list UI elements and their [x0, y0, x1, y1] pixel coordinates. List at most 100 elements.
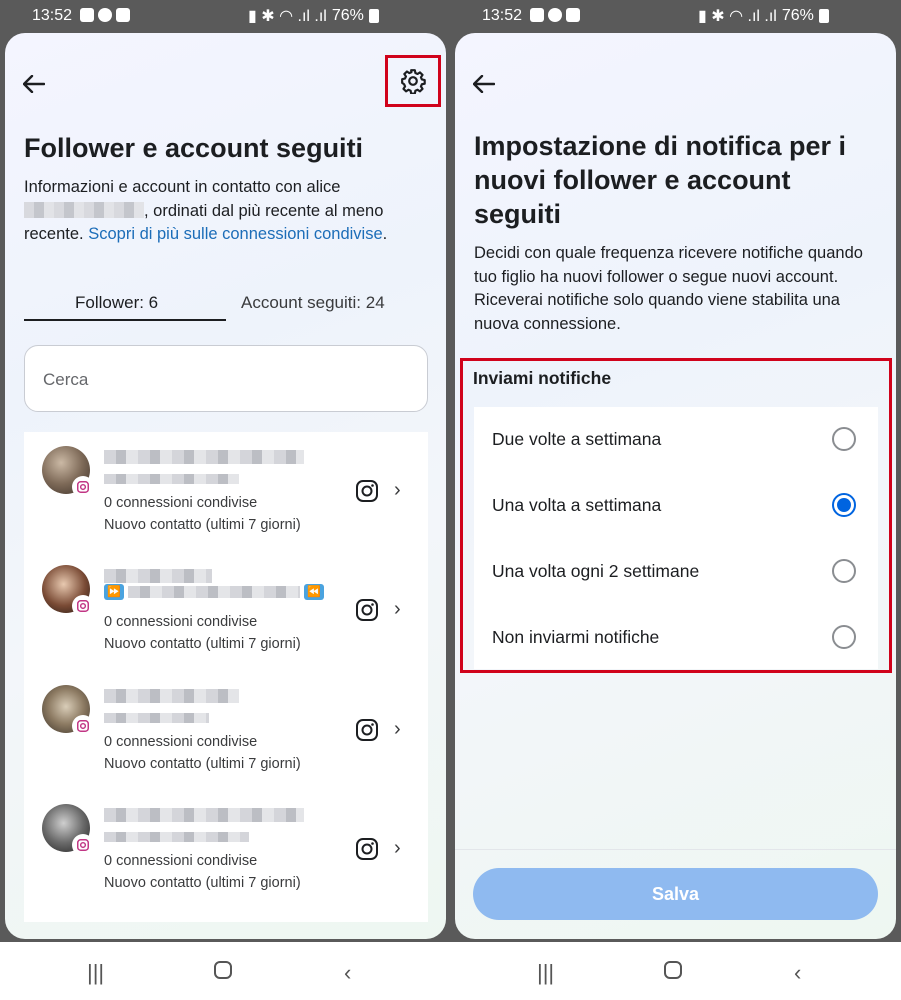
list-item[interactable]: ⏩ ⏪ 0 connessioni condivise Nuovo contat…	[24, 551, 428, 669]
notification-icons	[80, 8, 130, 22]
redacted-username	[24, 201, 144, 218]
status-bar-right: 13:52 ▮ ✱ ◠ .ıl .ıl 76%	[450, 0, 901, 32]
signal-icon: ▮ ✱ ◠ .ıl .ıl	[698, 8, 777, 25]
option-no-notifications[interactable]: Non inviarmi notifiche	[474, 605, 878, 671]
divider	[455, 849, 896, 850]
page-description: Decidi con quale frequenza ricevere noti…	[474, 244, 863, 333]
page-description: Informazioni e account in contatto con a…	[24, 176, 424, 247]
app-icon	[116, 8, 130, 22]
chevron-right-icon: ›	[394, 718, 401, 740]
instagram-badge-icon	[72, 476, 94, 498]
list-item[interactable]: 0 connessioni condivise Nuovo contatto (…	[24, 432, 428, 550]
chevron-right-icon: ›	[394, 479, 401, 501]
arrow-left-icon	[472, 74, 496, 94]
option-every-two-weeks[interactable]: Una volta ogni 2 settimane	[474, 539, 878, 605]
option-label: Una volta ogni 2 settimane	[492, 561, 700, 581]
follower-list: 0 connessioni condivise Nuovo contatto (…	[24, 432, 428, 922]
back-button[interactable]	[22, 71, 46, 97]
page-title: Follower e account seguiti	[24, 133, 364, 163]
redacted-username	[104, 713, 209, 723]
save-button[interactable]: Salva	[473, 868, 878, 920]
radio-button-selected[interactable]	[832, 493, 856, 517]
rewind-icon: ⏪	[304, 584, 324, 600]
tab-followers[interactable]: Follower: 6	[75, 293, 158, 313]
instagram-icon[interactable]	[355, 718, 379, 747]
settings-button[interactable]	[385, 55, 441, 107]
instagram-badge-icon	[72, 715, 94, 737]
facebook-icon	[98, 8, 112, 22]
redacted-username	[104, 474, 239, 484]
radio-button[interactable]	[832, 559, 856, 583]
redacted-username	[104, 832, 249, 842]
notification-icons	[530, 8, 580, 22]
battery-icon	[368, 9, 379, 23]
radio-button[interactable]	[832, 427, 856, 451]
radio-button[interactable]	[832, 625, 856, 649]
redacted-name	[104, 450, 304, 464]
new-contact-label: Nuovo contatto (ultimi 7 giorni)	[104, 636, 301, 652]
search-input[interactable]: Cerca	[24, 345, 428, 412]
recent-apps-icon[interactable]: |||	[87, 960, 104, 986]
facebook-icon	[548, 8, 562, 22]
instagram-icon[interactable]	[355, 837, 379, 866]
option-label: Una volta a settimana	[492, 495, 662, 515]
gear-icon	[401, 69, 426, 94]
status-right: ▮ ✱ ◠ .ıl .ıl 76%	[698, 6, 829, 26]
system-navigation-bar: ||| ‹ ||| ‹	[0, 942, 901, 1000]
shared-connections: 0 connessioni condivise	[104, 853, 258, 869]
redacted-name	[104, 569, 212, 583]
shared-connections: 0 connessioni condivise	[104, 734, 258, 750]
back-nav-icon[interactable]: ‹	[794, 960, 801, 986]
redacted-name	[104, 689, 239, 703]
page-title: Impostazione di notifica per i nuovi fol…	[474, 131, 847, 229]
notification-settings-screen: Impostazione di notifica per i nuovi fol…	[455, 33, 896, 939]
section-title: Inviami notifiche	[473, 368, 612, 388]
shared-connections: 0 connessioni condivise	[104, 614, 258, 630]
avatar	[42, 565, 94, 617]
list-item[interactable]: 0 connessioni condivise Nuovo contatto (…	[24, 671, 428, 789]
home-icon[interactable]	[663, 960, 683, 986]
status-right: ▮ ✱ ◠ .ıl .ıl 76%	[248, 6, 379, 26]
learn-more-link[interactable]: Scopri di più sulle connessioni condivis…	[88, 225, 382, 243]
redacted-name	[104, 808, 304, 822]
option-label: Due volte a settimana	[492, 429, 662, 449]
active-tab-indicator	[24, 319, 226, 321]
shared-connections: 0 connessioni condivise	[104, 495, 258, 511]
option-once-weekly[interactable]: Una volta a settimana	[474, 473, 878, 539]
instagram-icon[interactable]	[355, 598, 379, 627]
instagram-badge-icon	[72, 834, 94, 856]
avatar	[42, 685, 94, 737]
arrow-left-icon	[22, 74, 46, 94]
back-button[interactable]	[472, 71, 496, 97]
avatar	[42, 446, 94, 498]
status-bar-left: 13:52 ▮ ✱ ◠ .ıl .ıl 76%	[0, 0, 450, 32]
followers-screen: Follower e account seguiti Informazioni …	[5, 33, 446, 939]
option-twice-weekly[interactable]: Due volte a settimana	[474, 407, 878, 473]
new-contact-label: Nuovo contatto (ultimi 7 giorni)	[104, 875, 301, 891]
avatar	[42, 804, 94, 856]
account-name: alice	[306, 178, 341, 196]
tab-following[interactable]: Account seguiti: 24	[241, 293, 385, 313]
gallery-icon	[80, 8, 94, 22]
new-contact-label: Nuovo contatto (ultimi 7 giorni)	[104, 517, 301, 533]
status-time: 13:52	[482, 7, 523, 24]
redacted-bio	[128, 586, 300, 598]
chevron-right-icon: ›	[394, 598, 401, 620]
signal-icon: ▮ ✱ ◠ .ıl .ıl	[248, 8, 327, 25]
description-text: Informazioni e account in contatto con	[24, 178, 302, 196]
description-end: .	[382, 225, 388, 243]
recent-apps-icon[interactable]: |||	[537, 960, 554, 986]
gallery-icon	[530, 8, 544, 22]
back-nav-icon[interactable]: ‹	[344, 960, 351, 986]
list-item[interactable]: 0 connessioni condivise Nuovo contatto (…	[24, 790, 428, 908]
new-contact-label: Nuovo contatto (ultimi 7 giorni)	[104, 756, 301, 772]
fast-forward-icon: ⏩	[104, 584, 124, 600]
battery-percent: 76%	[781, 7, 814, 24]
frequency-options: Due volte a settimana Una volta a settim…	[474, 407, 878, 669]
battery-icon	[818, 9, 829, 23]
status-time: 13:52	[32, 7, 73, 24]
home-icon[interactable]	[213, 960, 233, 986]
instagram-icon[interactable]	[355, 479, 379, 508]
instagram-badge-icon	[72, 595, 94, 617]
battery-percent: 76%	[331, 7, 364, 24]
